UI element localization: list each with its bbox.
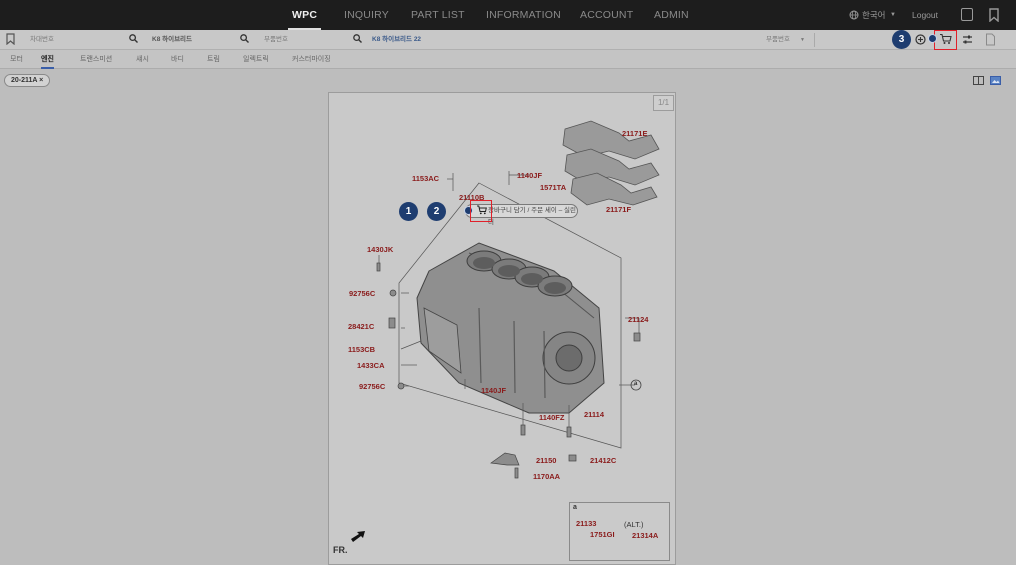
cart-marker: [928, 34, 937, 43]
model-input[interactable]: K8 하이브리드: [152, 32, 232, 48]
model-year-input[interactable]: K8 하이브리드 22: [372, 32, 472, 48]
alt-tag: (ALT.): [624, 520, 644, 529]
chevron-down-icon: ▼: [800, 37, 805, 43]
part-label[interactable]: 92756C: [359, 382, 385, 391]
part-label[interactable]: 21171F: [606, 205, 631, 214]
nav-admin[interactable]: ADMIN: [654, 0, 689, 30]
part-label[interactable]: 1140JF: [517, 171, 542, 180]
part-label[interactable]: 1153CB: [348, 345, 375, 354]
part-label[interactable]: 1170AA: [533, 472, 560, 481]
filter-chip-label: 20-211A: [11, 77, 38, 84]
part-label[interactable]: 21133: [576, 519, 596, 528]
nav-part-list[interactable]: PART LIST: [411, 0, 465, 30]
download-icon[interactable]: [961, 8, 973, 21]
highlight-box: [470, 200, 492, 222]
part-label[interactable]: 21124: [628, 315, 648, 324]
step-badge-1: 1: [399, 202, 418, 221]
close-icon[interactable]: ×: [39, 77, 43, 84]
part-label[interactable]: 1153AC: [412, 174, 439, 183]
part-label[interactable]: 21114: [584, 410, 604, 419]
part-label[interactable]: 21171E: [622, 129, 647, 138]
part-label[interactable]: 21314A: [632, 531, 658, 540]
part-label[interactable]: 92756C: [349, 289, 375, 298]
tab-engine[interactable]: 엔진: [41, 50, 54, 69]
filter-chip[interactable]: 20-211A ×: [4, 74, 51, 87]
zoom-in-icon[interactable]: [915, 34, 926, 45]
search-icon[interactable]: [129, 34, 138, 43]
inset-marker: a: [573, 504, 577, 511]
document-icon[interactable]: [985, 33, 996, 46]
part-number-input[interactable]: 부품번호: [264, 32, 344, 48]
tab-customizing[interactable]: 커스터마이징: [292, 50, 331, 69]
part-type-select[interactable]: 부품번호: [766, 32, 790, 48]
search-bar: 차대번호 K8 하이브리드 부품번호 K8 하이브리드 22 부품번호 ▼: [0, 30, 1016, 50]
detail-marker[interactable]: a: [634, 381, 637, 387]
part-label[interactable]: 21150: [536, 456, 556, 465]
category-tabs: 모터 엔진 트랜스미션 섀시 바디 트림 일렉트릭 커스터마이징: [0, 50, 1016, 69]
split-view-icon[interactable]: [973, 76, 984, 85]
nav-account[interactable]: ACCOUNT: [580, 0, 633, 30]
nav-wpc[interactable]: WPC: [287, 0, 322, 30]
tab-motor[interactable]: 모터: [10, 50, 23, 69]
chevron-down-icon: ▼: [890, 12, 896, 18]
logout-link[interactable]: Logout: [912, 0, 938, 30]
tab-trim[interactable]: 트림: [207, 50, 220, 69]
highlight-box: [934, 30, 957, 50]
divider: [814, 33, 815, 47]
globe-icon: [849, 10, 859, 20]
nav-information[interactable]: INFORMATION: [486, 0, 561, 30]
vin-input[interactable]: 차대번호: [30, 32, 120, 48]
part-label[interactable]: 1433CA: [357, 361, 385, 370]
tab-chassis[interactable]: 섀시: [136, 50, 149, 69]
bookmark-icon[interactable]: [989, 8, 999, 22]
part-label[interactable]: 21412C: [590, 456, 616, 465]
nav-inquiry[interactable]: INQUIRY: [344, 0, 389, 30]
search-icon[interactable]: [353, 34, 362, 43]
image-view-icon[interactable]: [990, 76, 1001, 85]
step-badge-3: 3: [892, 30, 911, 49]
part-label[interactable]: 1751GI: [590, 530, 615, 539]
inset-detail-box: a 21133 1751GI (ALT.) 21314A: [569, 502, 670, 561]
top-navigation: WPC INQUIRY PART LIST INFORMATION ACCOUN…: [0, 0, 1016, 30]
step-badge-2: 2: [427, 202, 446, 221]
language-select[interactable]: 한국어: [862, 0, 885, 30]
part-label[interactable]: 1140JF: [481, 386, 506, 395]
part-label[interactable]: 1571TA: [540, 183, 566, 192]
tab-body[interactable]: 바디: [171, 50, 184, 69]
bookmark-icon[interactable]: [6, 33, 15, 45]
tab-transmission[interactable]: 트랜스미션: [80, 50, 112, 69]
search-icon[interactable]: [240, 34, 249, 43]
front-indicator: FR.: [333, 545, 348, 555]
part-label[interactable]: 1430JK: [367, 245, 393, 254]
engine-block-illustration: [351, 120, 669, 559]
tab-electric[interactable]: 일렉트릭: [243, 50, 269, 69]
part-label[interactable]: 28421C: [348, 322, 374, 331]
filter-sliders-icon[interactable]: [962, 34, 973, 45]
part-label[interactable]: 1140FZ: [539, 413, 564, 422]
